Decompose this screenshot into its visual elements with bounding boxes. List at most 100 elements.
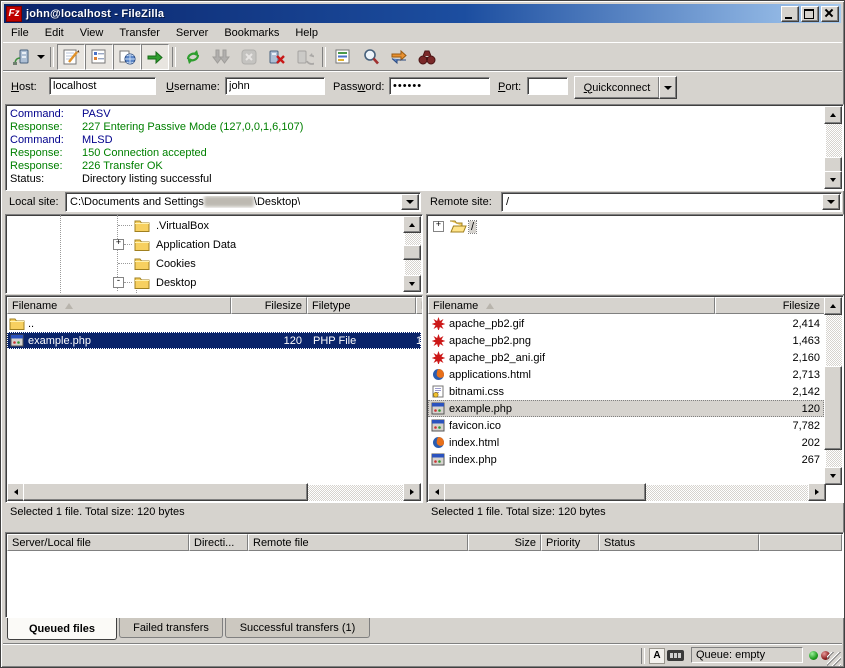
file-row-parent-dir[interactable]: ..: [7, 315, 419, 332]
scroll-down-button[interactable]: [403, 275, 421, 292]
scroll-down-button[interactable]: [824, 467, 842, 485]
column-header-filesize[interactable]: Filesize: [715, 297, 825, 314]
scroll-thumb[interactable]: [403, 245, 421, 260]
username-input[interactable]: [225, 77, 325, 95]
queue-header-server-local-file[interactable]: Server/Local file: [7, 534, 189, 551]
remote-tree: + /: [426, 214, 844, 294]
column-header-filesize[interactable]: Filesize: [231, 297, 307, 314]
file-row[interactable]: index.html 202: [428, 434, 824, 451]
scroll-thumb[interactable]: [444, 483, 646, 501]
file-type: PHP File: [313, 335, 356, 347]
toggle-local-tree-button[interactable]: [85, 44, 113, 70]
site-manager-button[interactable]: [7, 44, 35, 70]
speedlimit-indicator-icon[interactable]: [667, 650, 684, 661]
column-header-lastmodified[interactable]: L: [416, 297, 423, 314]
maximize-button[interactable]: [801, 6, 819, 22]
file-size: 2,414: [716, 318, 820, 330]
remote-site-dropdown[interactable]: [822, 194, 840, 210]
scroll-up-button[interactable]: [824, 106, 842, 124]
disconnect-button[interactable]: [263, 44, 291, 70]
expand-icon[interactable]: +: [113, 239, 124, 250]
column-header-filename[interactable]: Filename: [7, 297, 231, 314]
menu-bar: File Edit View Transfer Server Bookmarks…: [3, 24, 842, 42]
close-button[interactable]: [821, 6, 839, 22]
minimize-button[interactable]: [781, 6, 799, 22]
scroll-up-button[interactable]: [824, 297, 842, 315]
refresh-button[interactable]: [179, 44, 207, 70]
tree-item-virtualbox[interactable]: .VirtualBox: [6, 216, 422, 235]
title-bar[interactable]: Fz john@localhost - FileZilla: [4, 4, 841, 23]
queue-header-status[interactable]: Status: [599, 534, 759, 551]
local-site-dropdown[interactable]: [401, 194, 419, 210]
app-icon[interactable]: Fz: [6, 6, 22, 22]
host-input[interactable]: [49, 77, 156, 95]
toggle-message-log-button[interactable]: [57, 44, 85, 70]
menu-transfer[interactable]: Transfer: [111, 25, 168, 41]
queue-header-direction[interactable]: Directi...: [189, 534, 248, 551]
tree-item-application-data[interactable]: + Application Data: [6, 235, 422, 254]
column-header-filename[interactable]: Filename: [428, 297, 715, 314]
process-queue-icon: [212, 48, 230, 66]
scroll-down-button[interactable]: [824, 171, 842, 189]
port-input[interactable]: [527, 77, 568, 95]
tree-item-cookies[interactable]: Cookies: [6, 254, 422, 273]
scroll-right-button[interactable]: [403, 483, 421, 501]
file-row[interactable]: apache_pb2_ani.gif 2,160: [428, 349, 824, 366]
tree-item-label: .VirtualBox: [154, 220, 211, 232]
menu-file[interactable]: File: [3, 25, 37, 41]
quickconnect-button[interactable]: Quickconnect: [574, 76, 660, 99]
directory-comparison-button[interactable]: [357, 44, 385, 70]
compare-icon: [362, 48, 380, 66]
tab-failed-transfers[interactable]: Failed transfers: [119, 618, 223, 638]
menu-server[interactable]: Server: [168, 25, 216, 41]
find-files-button[interactable]: [413, 44, 441, 70]
file-row[interactable]: applications.html 2,713: [428, 366, 824, 383]
password-input[interactable]: [389, 77, 490, 95]
toggle-transfer-queue-button[interactable]: [141, 44, 169, 70]
local-site-combo[interactable]: C:\Documents and Settings\Desktop\: [65, 192, 421, 212]
quickconnect-dropdown[interactable]: [659, 76, 677, 99]
file-row[interactable]: index.php 267: [428, 451, 824, 468]
queue-header-priority[interactable]: Priority: [541, 534, 599, 551]
column-header-filetype[interactable]: Filetype: [307, 297, 416, 314]
tree-item-desktop[interactable]: - Desktop: [6, 273, 422, 292]
toggle-remote-tree-button[interactable]: [113, 44, 141, 70]
expand-icon[interactable]: +: [433, 221, 444, 232]
remote-path: /: [506, 196, 509, 208]
tab-queued-files[interactable]: Queued files: [7, 618, 117, 640]
menu-bookmarks[interactable]: Bookmarks: [216, 25, 287, 41]
file-row[interactable]: apache_pb2.png 1,463: [428, 332, 824, 349]
file-row-example-php[interactable]: example.php 120: [428, 400, 824, 417]
tab-successful-transfers[interactable]: Successful transfers (1): [225, 618, 370, 638]
filename-filters-button[interactable]: [329, 44, 357, 70]
transfer-type-indicator-icon[interactable]: A: [649, 648, 665, 664]
queue-header-remote-file[interactable]: Remote file: [248, 534, 468, 551]
resize-grip[interactable]: [827, 652, 841, 666]
toolbar-separator: [50, 47, 54, 67]
tree-item-root[interactable]: + /: [427, 217, 843, 236]
file-size: 1,463: [716, 335, 820, 347]
reconnect-button[interactable]: [291, 44, 319, 70]
scroll-right-button[interactable]: [808, 483, 826, 501]
synchronized-browsing-button[interactable]: [385, 44, 413, 70]
remote-site-combo[interactable]: /: [501, 192, 842, 212]
process-queue-button[interactable]: [207, 44, 235, 70]
queue-header-size[interactable]: Size: [468, 534, 541, 551]
arrow-left-icon: [435, 489, 439, 495]
sync-icon: [390, 48, 408, 66]
scroll-up-button[interactable]: [403, 216, 421, 233]
scroll-thumb[interactable]: [23, 483, 308, 501]
file-row[interactable]: favicon.ico 7,782: [428, 417, 824, 434]
site-manager-dropdown[interactable]: [35, 45, 47, 69]
file-row[interactable]: bitnami.css 2,142: [428, 383, 824, 400]
menu-help[interactable]: Help: [287, 25, 326, 41]
scroll-thumb[interactable]: [824, 366, 842, 450]
arrow-up-icon: [830, 113, 836, 117]
cancel-operation-button[interactable]: [235, 44, 263, 70]
menu-view[interactable]: View: [72, 25, 112, 41]
css-file-icon: [432, 385, 444, 398]
file-row-example-php[interactable]: example.php 120 PHP File 1: [7, 332, 421, 349]
file-row[interactable]: apache_pb2.gif 2,414: [428, 315, 824, 332]
collapse-icon[interactable]: -: [113, 277, 124, 288]
menu-edit[interactable]: Edit: [37, 25, 72, 41]
